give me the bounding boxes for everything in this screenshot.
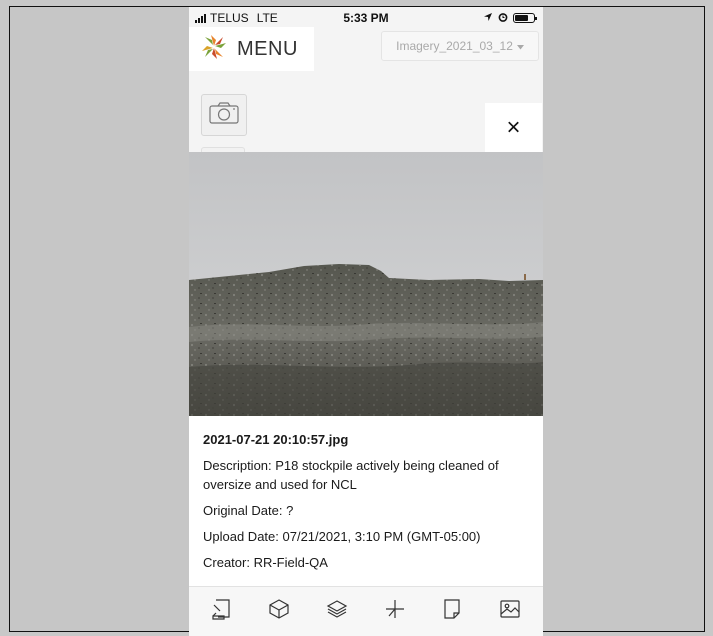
layers-icon [325,597,349,626]
photo-info-panel: 2021-07-21 20:10:57.jpg Description: P18… [189,416,543,586]
photo-creator: Creator: RR-Field-QA [203,555,328,570]
imagery-select[interactable]: Imagery_2021_03_12 [381,31,539,61]
battery-icon [513,13,537,23]
menu-label: MENU [237,37,298,60]
notes-button[interactable] [438,598,466,626]
image-icon [498,597,522,626]
imagery-select-value: Imagery_2021_03_12 [396,39,513,53]
3d-view-button[interactable] [265,598,293,626]
axis-button[interactable] [381,598,409,626]
photo-original-date: Original Date: ? [203,503,294,518]
status-bar: TELUS LTE 5:33 PM [189,7,543,27]
note-icon [440,597,464,626]
cube-icon [267,597,291,626]
measure-button[interactable] [208,598,236,626]
menu-button[interactable]: MENU [189,27,314,71]
caret-down-icon [516,39,524,53]
imagery-button[interactable] [496,598,524,626]
close-button[interactable]: × [485,103,542,153]
photo-filename: 2021-07-21 20:10:57.jpg [203,432,349,447]
bottom-toolbar [189,586,543,636]
phone-screen: TELUS LTE 5:33 PM MENU Imagery_2021_03_1… [189,7,543,636]
photo-description: Description: P18 stockpile actively bein… [203,458,499,492]
logo-icon [199,32,229,67]
measure-icon [210,597,234,626]
status-right [483,11,537,25]
stockpile-photo [189,152,543,416]
axis-icon [383,597,407,626]
layers-button[interactable] [323,598,351,626]
camera-button[interactable] [201,94,247,136]
camera-icon [208,101,240,130]
alarm-icon [498,11,508,25]
close-icon: × [506,114,521,141]
photo-upload-date: Upload Date: 07/21/2021, 3:10 PM (GMT-05… [203,529,481,544]
location-icon [483,11,493,25]
